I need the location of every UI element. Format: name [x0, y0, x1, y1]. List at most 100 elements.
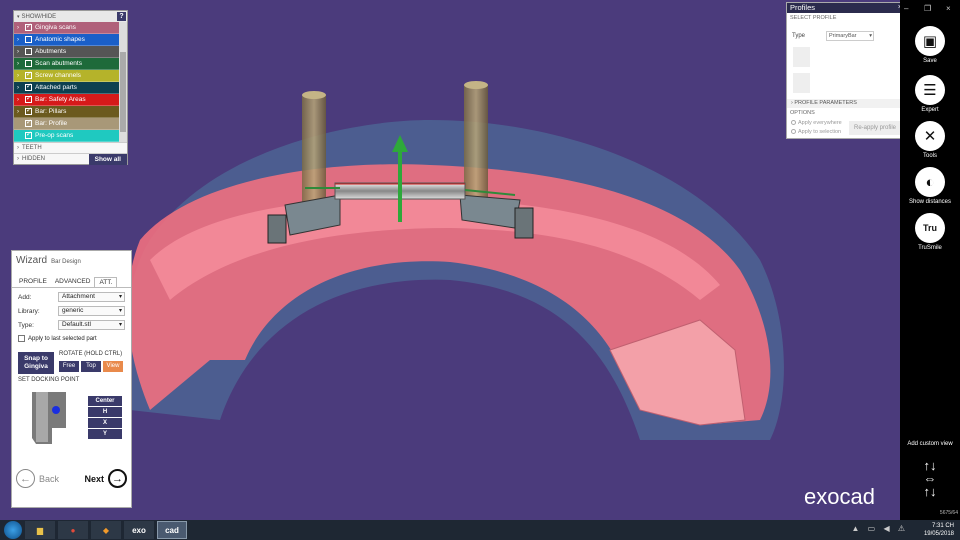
show-item-attached-parts[interactable]: ›Attached parts — [14, 82, 119, 94]
tab-advanced[interactable]: ADVANCED — [51, 277, 95, 287]
dental-scene[interactable] — [0, 0, 900, 520]
minimize-icon[interactable]: – — [904, 4, 908, 13]
checkbox[interactable] — [25, 70, 32, 79]
dock-h-button[interactable]: H — [88, 407, 122, 417]
pillar-left-top — [302, 91, 326, 99]
rotate-free-button[interactable]: Free — [59, 361, 79, 372]
add-row: Add: Attachment — [18, 292, 125, 302]
next-button[interactable]: Next → — [84, 469, 127, 488]
options-label: OPTIONS — [790, 110, 815, 116]
chevron-down-icon: ▾ — [17, 13, 20, 20]
taskbar-app3[interactable]: ◆ — [91, 521, 121, 539]
chevron-right-icon[interactable]: › — [17, 97, 25, 103]
checkbox[interactable] — [25, 60, 32, 67]
show-item-abutments[interactable]: › Abutments — [14, 46, 119, 58]
dock-x-button[interactable]: X — [88, 418, 122, 428]
expert-tool[interactable]: ☰ Expert — [900, 75, 960, 113]
start-button[interactable] — [4, 521, 22, 539]
wizard-tabs: PROFILE ADVANCED ATT. — [12, 277, 131, 288]
show-item-bar-pillars[interactable]: ›Bar: Pillars — [14, 106, 119, 118]
show-hide-header[interactable]: ▾ SHOW/HIDE ? — [14, 11, 127, 22]
checkbox[interactable] — [25, 82, 32, 91]
profile-preview-1[interactable] — [793, 47, 810, 67]
system-tray-icons[interactable]: ▲ ▭ ◀ ⚠ — [852, 524, 908, 533]
library-row: Library: generic — [18, 306, 125, 316]
restore-icon[interactable]: ❐ — [924, 4, 931, 13]
taskbar-cad[interactable]: cad — [157, 521, 187, 539]
right-toolbar: – ❐ × ▣ Save ☰ Expert ✕ Tools ◐ Show distanc… — [900, 0, 960, 520]
snap-to-gingiva-button[interactable]: Snap to Gingiva — [18, 352, 54, 374]
rotate-top-button[interactable]: Top — [81, 361, 101, 372]
arrow-right-icon: → — [108, 469, 127, 488]
taskbar-explorer[interactable]: ▆ — [25, 521, 55, 539]
show-item-bar-safety-areas[interactable]: ›Bar: Safety Areas — [14, 94, 119, 106]
show-hide-scrollbar[interactable] — [119, 22, 127, 142]
add-select[interactable]: Attachment — [58, 292, 125, 302]
teeth-section[interactable]: › TEETH — [14, 142, 127, 153]
clock[interactable]: 7:31 CH 19/05/2018 — [924, 522, 954, 538]
show-distances-tool[interactable]: ◐ Show distances — [900, 167, 960, 205]
show-item-anatomic-shapes[interactable]: › Anatomic shapes — [14, 34, 119, 46]
tools-tool[interactable]: ✕ Tools — [900, 121, 960, 159]
checkbox[interactable] — [25, 130, 32, 139]
checkbox[interactable] — [25, 106, 32, 115]
view-arrows[interactable]: ↑↓ ⇔ ↑↓ — [914, 459, 946, 498]
apply-last-checkbox[interactable] — [18, 335, 25, 342]
arrow-left-icon: ← — [16, 469, 35, 488]
profile-parameters-section[interactable]: › PROFILE PARAMETERS — [787, 99, 904, 108]
taskbar-exo[interactable]: exo — [124, 521, 154, 539]
wizard-title: Wizard — [16, 255, 48, 266]
radio[interactable] — [791, 129, 796, 134]
attachment-left-clip — [267, 214, 287, 244]
dock-y-button[interactable]: Y — [88, 429, 122, 439]
chevron-right-icon[interactable]: › — [17, 85, 25, 91]
chevron-right-icon[interactable]: › — [17, 61, 25, 67]
dock-center-button[interactable]: Center — [88, 396, 122, 406]
taskbar: ▆ ● ◆ exo cad ▲ ▭ ◀ ⚠ 7:31 CH 19/05/2018 — [0, 520, 960, 540]
trusmile-icon: Tru — [915, 213, 945, 243]
save-tool[interactable]: ▣ Save — [900, 26, 960, 64]
checkbox[interactable] — [25, 36, 32, 43]
checkbox[interactable] — [25, 118, 32, 127]
library-select[interactable]: generic — [58, 306, 125, 316]
chevron-right-icon[interactable]: › — [17, 109, 25, 115]
3d-viewport[interactable] — [0, 0, 900, 520]
show-item-gingiva-scans[interactable]: ›Gingiva scans — [14, 22, 119, 34]
reapply-profile-button[interactable]: Re-apply profile — [849, 121, 901, 135]
docking-preview[interactable] — [22, 388, 76, 450]
chevron-right-icon[interactable]: › — [17, 49, 25, 55]
checkbox[interactable] — [25, 94, 32, 103]
back-button[interactable]: ← Back — [16, 469, 59, 488]
apply-last-checkbox-row[interactable]: Apply to last selected part — [18, 335, 125, 342]
tab-profile[interactable]: PROFILE — [15, 277, 51, 287]
checkbox[interactable] — [25, 48, 32, 55]
chevron-right-icon: › — [17, 145, 19, 151]
taskbar-chrome[interactable]: ● — [58, 521, 88, 539]
show-item-pre-op-scans[interactable]: Pre-op scans — [14, 130, 119, 142]
help-icon[interactable]: ? — [117, 12, 126, 21]
scroll-thumb[interactable] — [120, 52, 126, 132]
chevron-right-icon[interactable]: › — [17, 25, 25, 31]
show-item-bar-profile[interactable]: Bar: Profile — [14, 118, 119, 130]
add-custom-view-button[interactable]: Add custom view — [900, 441, 960, 447]
show-item-screw-channels[interactable]: ›Screw channels — [14, 70, 119, 82]
save-icon: ▣ — [915, 26, 945, 56]
chevron-right-icon[interactable]: › — [17, 37, 25, 43]
rotate-label: ROTATE (HOLD CTRL) — [59, 351, 123, 357]
trusmile-tool[interactable]: Tru TruSmile — [900, 213, 960, 251]
checkbox[interactable] — [25, 22, 32, 31]
rotate-view-button[interactable]: View — [103, 361, 123, 372]
pillar-right-top — [464, 81, 488, 89]
show-item-scan-abutments[interactable]: › Scan abutments — [14, 58, 119, 70]
show-all-button[interactable]: Show all — [88, 153, 127, 165]
window-close-icon[interactable]: × — [946, 4, 951, 13]
profile-preview-2[interactable] — [793, 73, 810, 93]
radio[interactable] — [791, 120, 796, 125]
chevron-right-icon[interactable]: › — [17, 73, 25, 79]
profile-type-select[interactable]: PrimaryBar — [826, 31, 874, 41]
profiles-header: Profiles× — [787, 3, 904, 13]
flip-vertical-icon[interactable]: ↑↓ — [914, 485, 946, 498]
tab-att[interactable]: ATT. — [94, 277, 118, 287]
type-select[interactable]: Default.stl — [58, 320, 125, 330]
hidden-section[interactable]: › HIDDEN Show all — [14, 153, 127, 165]
